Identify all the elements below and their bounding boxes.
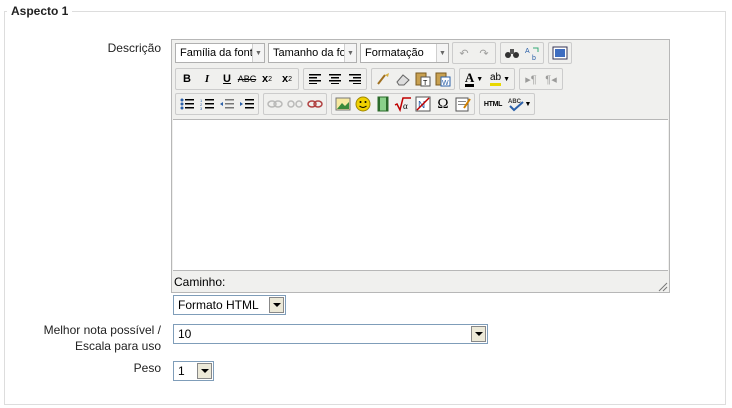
svg-text:b: b (532, 55, 536, 61)
link-icon[interactable] (265, 94, 285, 114)
spellcheck-icon[interactable]: ABC ▼ (505, 94, 533, 114)
outdent-icon[interactable] (217, 94, 237, 114)
editor-toolbar: Família da font ▼ Tamanho da fo ▼ Format… (172, 40, 669, 120)
ltr-icon[interactable]: ▸¶ (521, 69, 541, 89)
text-color-icon[interactable]: A ▼ (461, 69, 487, 89)
paste-word-icon[interactable]: W (433, 69, 453, 89)
eraser-icon[interactable] (393, 69, 413, 89)
html-editor: Família da font ▼ Tamanho da fo ▼ Format… (171, 39, 670, 293)
description-label: Descrição (107, 41, 161, 55)
media-icon[interactable] (373, 94, 393, 114)
text-format-select[interactable]: Formato HTML (173, 295, 286, 315)
chevron-down-icon: ▼ (344, 44, 356, 62)
indent-icon[interactable] (237, 94, 257, 114)
bold-icon[interactable]: B (177, 69, 197, 89)
svg-text:T: T (423, 80, 428, 87)
resize-grip-icon[interactable] (658, 281, 668, 292)
font-size-select[interactable]: Tamanho da fo ▼ (268, 43, 357, 63)
superscript-icon[interactable]: x2 (277, 69, 297, 89)
bullet-list-icon[interactable] (177, 94, 197, 114)
editor-content-area[interactable] (173, 119, 668, 271)
italic-icon[interactable]: I (197, 69, 217, 89)
numbered-list-icon[interactable]: 123 (197, 94, 217, 114)
max-grade-label: Melhor nota possível / Escala para uso (43, 323, 161, 353)
chevron-down-icon (471, 326, 486, 342)
strikethrough-icon[interactable]: ABC (237, 69, 257, 89)
unlink-icon[interactable] (285, 94, 305, 114)
emoticon-icon[interactable] (353, 94, 373, 114)
replace-icon[interactable]: Ab (522, 43, 542, 63)
chevron-down-icon (269, 297, 284, 313)
editor-status-path: Caminho: (174, 275, 226, 289)
fieldset-legend: Aspecto 1 (7, 4, 73, 18)
find-icon[interactable] (502, 43, 522, 63)
chevron-down-icon (197, 363, 212, 379)
align-left-icon[interactable] (305, 69, 325, 89)
html-source-icon[interactable]: HTML (481, 94, 505, 114)
image-icon[interactable] (333, 94, 353, 114)
weight-label: Peso (133, 361, 161, 375)
rtl-icon[interactable]: ¶◂ (541, 69, 561, 89)
svg-text:α: α (403, 101, 408, 111)
redo-icon[interactable]: ↷ (474, 43, 494, 63)
fullscreen-icon[interactable] (550, 43, 570, 63)
undo-icon[interactable]: ↶ (454, 43, 474, 63)
nolink-icon[interactable] (305, 94, 325, 114)
highlight-color-icon[interactable]: ab ▼ (487, 69, 513, 89)
cleanup-icon[interactable] (373, 69, 393, 89)
paste-text-icon[interactable]: T (413, 69, 433, 89)
svg-text:W: W (442, 80, 449, 87)
subscript-icon[interactable]: x2 (257, 69, 277, 89)
edit-source-icon[interactable] (453, 94, 473, 114)
svg-text:A: A (525, 48, 530, 55)
align-right-icon[interactable] (345, 69, 365, 89)
align-center-icon[interactable] (325, 69, 345, 89)
equation-icon[interactable]: α (393, 94, 413, 114)
chevron-down-icon: ▼ (252, 44, 264, 62)
special-char-icon[interactable]: Ω (433, 94, 453, 114)
max-grade-select[interactable]: 10 (173, 324, 488, 344)
format-block-select[interactable]: Formatação ▼ (360, 43, 449, 63)
font-family-select[interactable]: Família da font ▼ (175, 43, 265, 63)
no-autolink-icon[interactable]: N (413, 94, 433, 114)
weight-select[interactable]: 1 (173, 361, 214, 381)
underline-icon[interactable]: U (217, 69, 237, 89)
svg-text:3: 3 (200, 106, 203, 110)
chevron-down-icon: ▼ (436, 44, 448, 62)
